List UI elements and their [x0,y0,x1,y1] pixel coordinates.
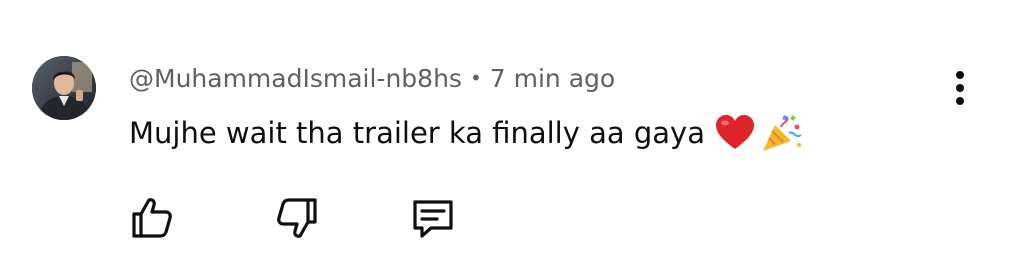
avatar[interactable] [32,56,96,120]
comment-icon [413,200,453,238]
heart-emoji [715,115,755,151]
more-options-button[interactable] [940,64,980,112]
reply-button[interactable] [409,194,457,242]
comment-header: @MuhammadIsmail-nb8hs • 7 min ago [129,60,615,96]
dislike-button[interactable] [273,194,321,242]
thumbs-up-icon [132,198,172,238]
comment-text: Mujhe wait tha trailer ka finally aa gay… [129,116,705,150]
separator-dot: • [469,66,482,90]
comment-body: Mujhe wait tha trailer ka finally aa gay… [129,112,803,154]
party-popper-emoji [761,113,803,153]
more-vertical-icon [956,71,964,105]
like-button[interactable] [128,194,176,242]
comment-timestamp: 7 min ago [489,63,616,93]
thumbs-down-icon [277,198,317,238]
avatar-photo [32,56,96,120]
username-link[interactable]: @MuhammadIsmail-nb8hs [129,64,462,93]
comment-item: @MuhammadIsmail-nb8hs • 7 min ago Mujhe … [0,0,1024,267]
